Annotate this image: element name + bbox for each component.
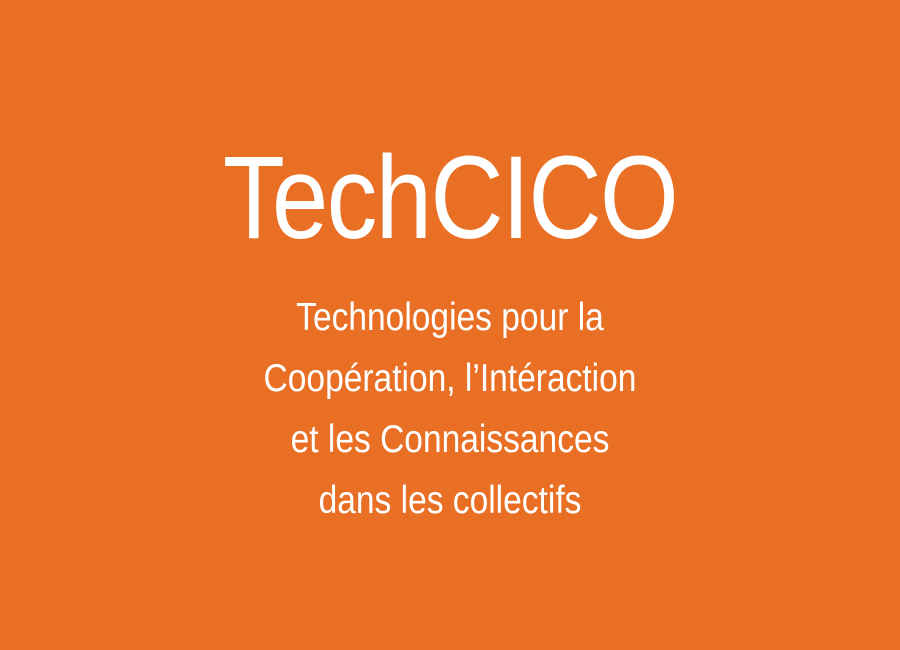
subtitle-line-4: dans les collectifs [318,479,582,522]
subtitle: Technologies pour la Coopération, l’Inté… [63,287,837,531]
subtitle-line-2: Coopération, l’Intéraction [263,357,637,400]
subtitle-line-3: et les Connaissances [290,418,610,461]
page-title: TechCICO [222,132,679,264]
title-card: TechCICO Technologies pour la Coopératio… [0,0,900,650]
subtitle-line-1: Technologies pour la [296,296,604,339]
